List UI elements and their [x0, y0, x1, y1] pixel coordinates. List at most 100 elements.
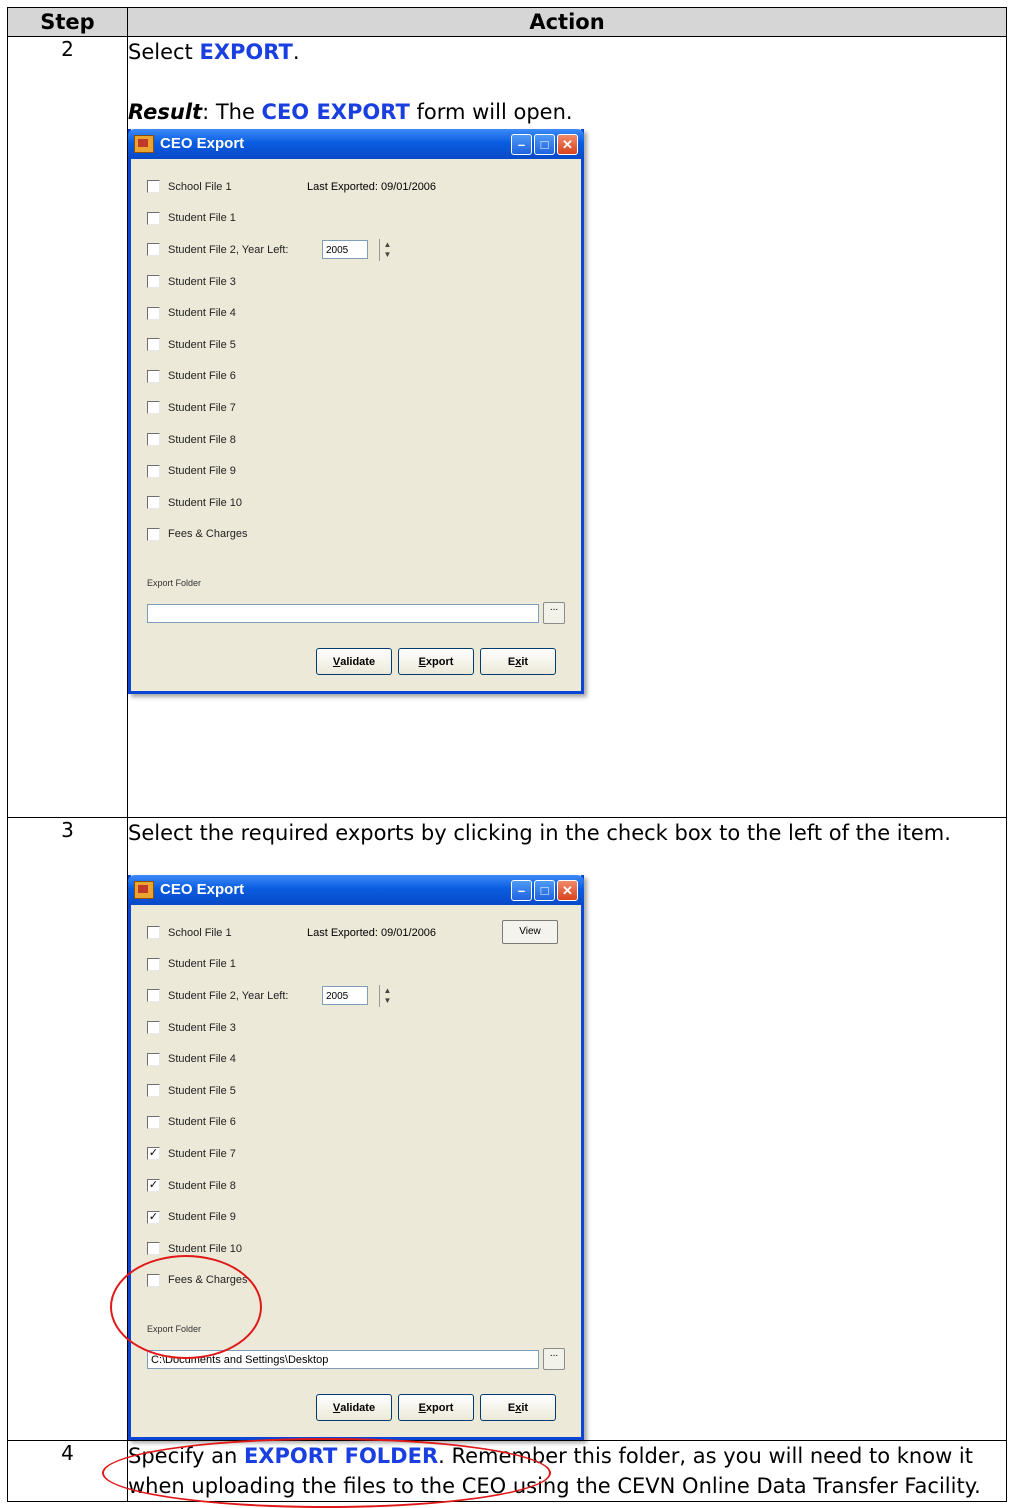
dialog-title: CEO Export [160, 135, 245, 152]
export-checkbox[interactable] [147, 1052, 160, 1066]
table-header-row: Step Action [7, 7, 1007, 37]
browse-button[interactable]: ... [543, 602, 565, 625]
action-cell: Select the required exports by clicking … [102, 816, 1007, 1508]
export-checkbox[interactable] [147, 464, 160, 478]
year-spinner-icon[interactable]: ▲ ▼ [379, 238, 395, 261]
export-folder-label: Export Folder [147, 1324, 202, 1335]
dialog-title: CEO Export [160, 881, 245, 898]
dialog-title-bar[interactable]: CEO Export – □ ✕ [128, 875, 584, 905]
year-left-input[interactable]: 2005 [322, 986, 368, 1006]
dialog-buttons: Validate Export Ex it [147, 1394, 581, 1422]
export-item-row: Student File 10 [147, 1233, 581, 1265]
export-checkbox[interactable]: ✓ [147, 1147, 160, 1161]
export-item-row: Student File 7 [147, 392, 581, 424]
export-checkbox[interactable] [147, 433, 160, 447]
minimize-icon[interactable]: – [511, 133, 532, 155]
instruction-pre: Specify an [128, 1444, 244, 1469]
export-item-label: School File 1 [168, 180, 232, 193]
export-item-label: Student File 10 [168, 496, 242, 509]
export-checkbox[interactable] [147, 1242, 160, 1256]
keyword-export-folder: EXPORT FOLDER [243, 1444, 439, 1469]
export-checkbox[interactable] [147, 957, 160, 971]
export-item-label: Student File 5 [168, 338, 236, 351]
export-folder-input[interactable] [147, 603, 539, 623]
export-item-label: School File 1 [168, 926, 232, 939]
last-exported-text: Last Exported: 09/01/2006 [307, 926, 437, 939]
export-item-row: ✓ Student File 7 [147, 1138, 581, 1170]
export-folder-input[interactable]: C:\Documents and Settings\Desktop [147, 1349, 539, 1369]
export-checkbox[interactable] [147, 338, 160, 352]
export-item-row: Student File 10 [147, 487, 581, 519]
export-button[interactable]: Export [398, 1394, 474, 1422]
export-checkbox[interactable] [147, 306, 160, 320]
validate-button[interactable]: Validate [316, 648, 392, 676]
export-folder-row: C:\Documents and Settings\Desktop... [147, 1348, 581, 1371]
export-checkbox[interactable] [147, 401, 160, 415]
action-cell: Specify an EXPORT FOLDER. Remember this … [127, 1440, 1007, 1503]
dialog-title-bar[interactable]: CEO Export – □ ✕ [128, 129, 584, 159]
maximize-icon[interactable]: □ [534, 879, 555, 901]
dialog-body: School File 1 Last Exported: 09/01/2006 St… [131, 159, 581, 691]
dialog-2-wrapper: CEO Export – □ ✕ School File 1 Last Exported:… [102, 875, 1006, 1508]
close-icon[interactable]: ✕ [557, 879, 578, 901]
export-checkbox[interactable] [147, 243, 160, 257]
export-item-label: Student File 7 [168, 1147, 236, 1160]
export-item-row: Student File 1 [147, 203, 581, 235]
export-item-row: Fees & Charges [147, 519, 581, 551]
export-checkbox[interactable] [147, 211, 160, 225]
export-checkbox[interactable] [147, 926, 160, 940]
maximize-icon[interactable]: □ [534, 133, 555, 155]
export-item-row: School File 1 Last Exported: 09/01/2006 Vi… [147, 917, 581, 949]
header-action: Action [127, 7, 1007, 37]
instruction-text: Select the required exports by clicking … [128, 821, 951, 845]
export-item-row: ✓ Student File 9 [147, 1201, 581, 1233]
export-item-label: Student File 9 [168, 1211, 236, 1224]
export-checkbox[interactable] [147, 180, 160, 194]
export-item-label: Student File 6 [168, 1116, 236, 1129]
export-item-label: Student File 6 [168, 370, 236, 383]
export-checkbox[interactable] [147, 496, 160, 510]
export-item-row: Student File 6 [147, 1107, 581, 1139]
last-exported-text: Last Exported: 09/01/2006 [307, 180, 437, 193]
export-item-row: Student File 3 [147, 266, 581, 298]
instruction-pre: Select [128, 40, 200, 64]
export-checkbox[interactable] [147, 1084, 160, 1098]
export-checkbox[interactable] [147, 527, 160, 541]
export-checkbox[interactable] [147, 275, 160, 289]
step-number: 3 [7, 816, 128, 1442]
export-checkbox[interactable] [147, 369, 160, 383]
export-item-row: Student File 4 [147, 297, 581, 329]
year-left-input[interactable]: 2005 [322, 240, 368, 260]
browse-button[interactable]: ... [543, 1348, 565, 1371]
table-row-step-2: 2 Select EXPORT. Result: The CEO EXPORT … [7, 36, 1007, 818]
app-icon [134, 135, 154, 153]
export-item-label: Student File 8 [168, 433, 236, 446]
result-colon: : The [202, 100, 262, 124]
export-item-row: School File 1 Last Exported: 09/01/2006 [147, 171, 581, 203]
ceo-export-dialog-1: CEO Export – □ ✕ School File 1 Last Exported:… [128, 129, 584, 695]
export-checkbox[interactable] [147, 1115, 160, 1129]
export-checkbox[interactable] [147, 989, 160, 1003]
validate-button[interactable]: Validate [316, 1394, 392, 1422]
exit-button[interactable]: Ex it [480, 1394, 556, 1422]
export-checkbox[interactable]: ✓ [147, 1179, 160, 1193]
export-item-label: Student File 2, Year Left: [168, 243, 289, 256]
export-checkbox[interactable] [147, 1021, 160, 1035]
view-button[interactable]: View [502, 920, 558, 944]
export-item-label: Student File 8 [168, 1179, 236, 1192]
keyword-ceo-export: CEO EXPORT [261, 100, 410, 124]
export-button[interactable]: Export [398, 648, 474, 676]
export-checkbox[interactable]: ✓ [147, 1210, 160, 1224]
export-checkbox[interactable] [147, 1273, 160, 1287]
year-spinner-icon[interactable]: ▲ ▼ [379, 984, 395, 1007]
export-item-row: Student File 8 [147, 424, 581, 456]
app-icon [134, 881, 154, 899]
header-step: Step [7, 7, 128, 37]
action-cell: Select EXPORT. Result: The CEO EXPORT fo… [127, 36, 1007, 818]
minimize-icon[interactable]: – [511, 879, 532, 901]
export-item-row: Student File 5 [147, 329, 581, 361]
export-item-label: Student File 1 [168, 212, 236, 225]
close-icon[interactable]: ✕ [557, 133, 578, 155]
exit-button[interactable]: Ex it [480, 648, 556, 676]
instruction-text: Select EXPORT. [128, 37, 1006, 67]
